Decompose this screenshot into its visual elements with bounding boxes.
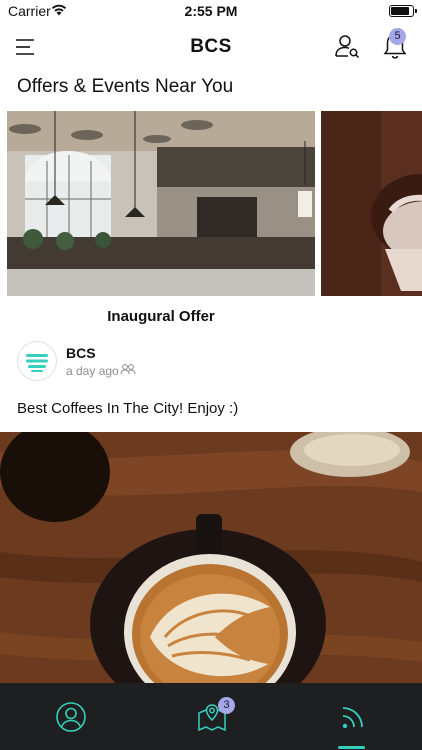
battery-level bbox=[391, 7, 410, 15]
post-text: Best Coffees In The City! Enjoy :) bbox=[17, 400, 239, 417]
notification-badge: 5 bbox=[389, 28, 406, 45]
profile-search-icon[interactable] bbox=[333, 32, 361, 60]
tab-feed[interactable] bbox=[282, 683, 422, 750]
offers-carousel[interactable] bbox=[0, 111, 422, 297]
status-bar: Carrier 2:55 PM bbox=[0, 0, 422, 22]
offer-card-title[interactable]: Inaugural Offer bbox=[7, 308, 315, 325]
bcs-logo-icon bbox=[26, 354, 48, 372]
tab-map[interactable] bbox=[141, 683, 281, 750]
cafe-interior-photo bbox=[7, 111, 315, 296]
rss-feed-icon bbox=[342, 707, 363, 729]
offer-card-image[interactable] bbox=[321, 111, 422, 296]
user-circle-icon bbox=[56, 702, 86, 732]
post-timestamp: a day ago bbox=[66, 364, 119, 378]
coffee-cup-photo bbox=[321, 111, 422, 296]
section-title: Offers & Events Near You bbox=[17, 76, 234, 97]
latte-art-photo bbox=[0, 432, 422, 684]
post-author[interactable]: BCS bbox=[66, 345, 96, 361]
tab-bar: 3 bbox=[0, 683, 422, 750]
map-badge: 3 bbox=[218, 697, 235, 714]
nav-bar: BCS bbox=[0, 24, 422, 68]
post-image[interactable] bbox=[0, 432, 422, 684]
battery-icon bbox=[389, 5, 417, 17]
clock: 2:55 PM bbox=[184, 3, 238, 19]
tab-profile[interactable] bbox=[0, 683, 140, 750]
offer-card-image[interactable] bbox=[7, 111, 315, 296]
avatar[interactable] bbox=[17, 341, 57, 381]
active-tab-indicator bbox=[338, 746, 365, 749]
group-icon bbox=[120, 364, 136, 375]
